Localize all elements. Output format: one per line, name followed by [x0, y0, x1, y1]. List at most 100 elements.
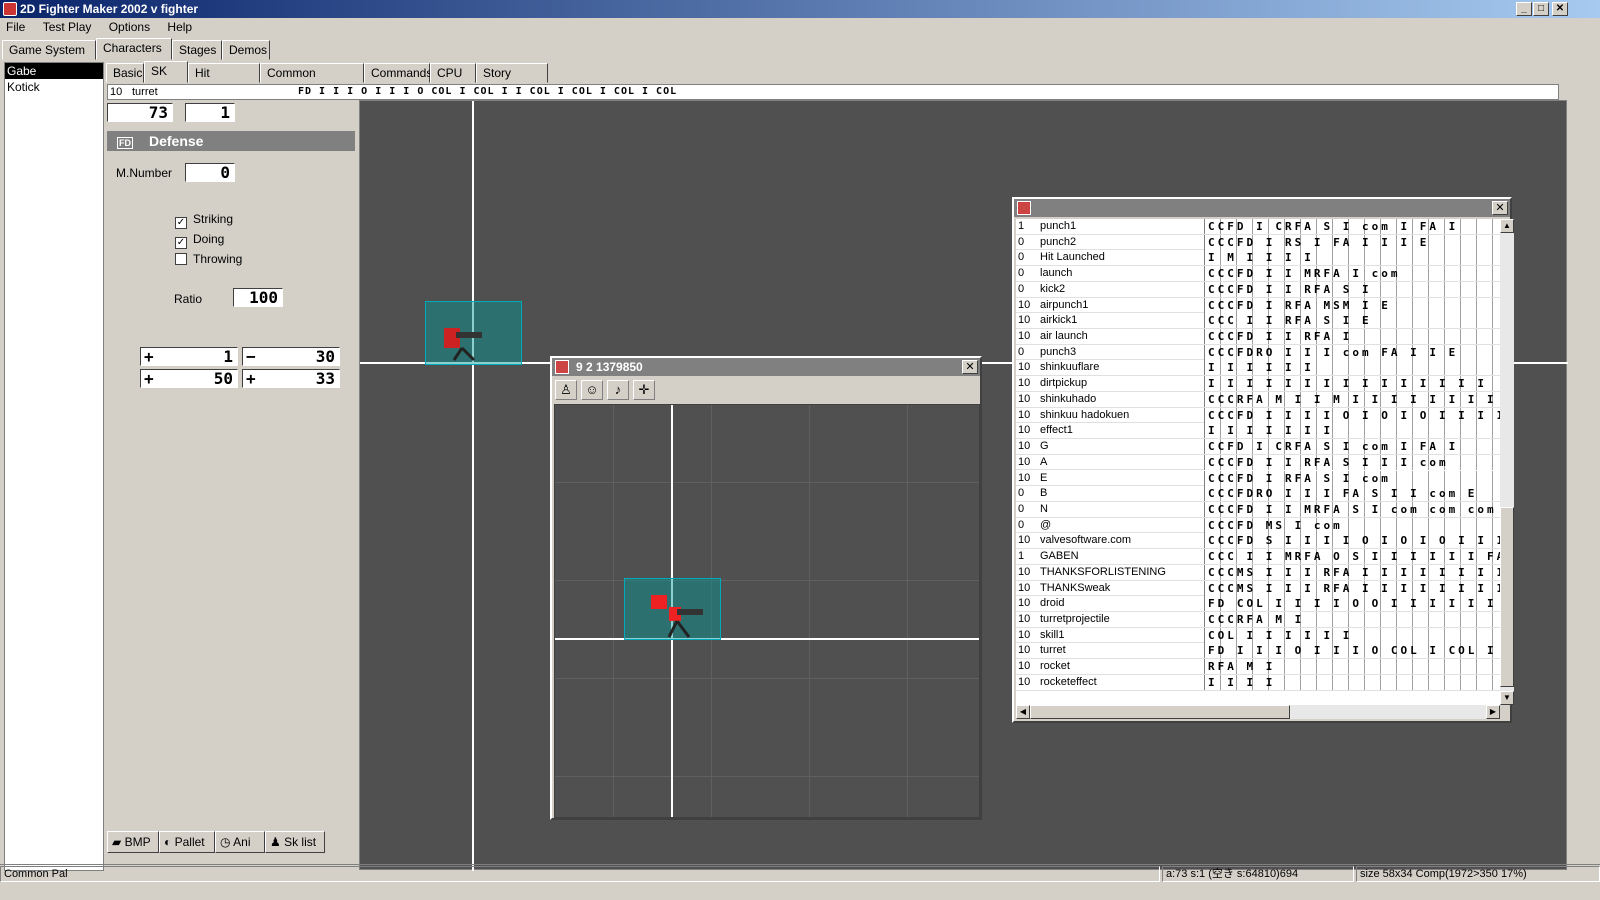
sklist-close-button[interactable]: ✕ — [1492, 201, 1508, 215]
horizontal-scrollbar[interactable]: ◀ ▶ — [1016, 705, 1500, 719]
tab-hit-junction[interactable]: Hit Junction — [188, 63, 260, 99]
tab-common-images[interactable]: Common Images — [260, 63, 364, 99]
skill-list[interactable]: 1 punch1 CCFD I CRFA S I com I FA I 0 punch2… — [1016, 219, 1500, 705]
menu-test-play[interactable]: Test Play — [43, 20, 92, 34]
row-commands[interactable]: CCCFDRO I I I FA S I I com E — [1204, 486, 1500, 502]
tab-basic[interactable]: Basic — [106, 63, 144, 83]
table-row[interactable]: 10 shinkuu hadokuen CCCFD I I I I O I O I … — [1016, 407, 1500, 424]
character-list[interactable]: Gabe Kotick — [4, 62, 104, 871]
table-row[interactable]: 10 effect1 I I I I I I I — [1016, 423, 1500, 440]
bmp-button[interactable]: ▰ BMP — [107, 831, 159, 853]
menu-help[interactable]: Help — [167, 20, 192, 34]
tab-story-mode[interactable]: Story mode — [476, 63, 548, 99]
tab-game-system[interactable]: Game System — [2, 40, 96, 60]
table-row[interactable]: 10 turretprojectile CCCRFA M I — [1016, 612, 1500, 628]
row-commands[interactable]: CCCFD I RFA S I com — [1204, 470, 1500, 486]
row-commands[interactable]: RFA M I — [1204, 659, 1500, 675]
menu-options[interactable]: Options — [109, 20, 150, 34]
scroll-left-icon[interactable]: ◀ — [1016, 705, 1030, 719]
sk-list-button[interactable]: ♟ Sk list — [265, 831, 325, 853]
tab-stages[interactable]: Stages — [172, 40, 222, 60]
character-item[interactable]: Kotick — [5, 79, 103, 95]
sub-field[interactable]: 1 — [185, 103, 235, 122]
row-commands[interactable]: CCCFD I I MRFA S I com com com — [1204, 501, 1500, 517]
skill-commands[interactable]: FD I I I O I I I O COL I COL I I COL I C… — [298, 85, 677, 99]
offset-x1-field[interactable]: +1 — [140, 347, 238, 366]
row-commands[interactable]: CCCFD I I MRFA I com — [1204, 266, 1500, 282]
table-row[interactable]: 0 punch3 CCCFDRO I I I com FA I I E — [1016, 344, 1500, 361]
table-row[interactable]: 10 airpunch1 CCCFD I RFA MSM I E — [1016, 297, 1500, 314]
row-commands[interactable]: I M I I I I — [1204, 250, 1500, 266]
offset-y2-field[interactable]: +33 — [242, 369, 340, 388]
tab-characters[interactable]: Characters — [96, 38, 172, 60]
row-commands[interactable]: CCCRFA M I I M I I I I I I I I I — [1204, 391, 1500, 407]
current-skill-bar[interactable]: 10 turret FD I I I O I I I O COL I COL I… — [107, 84, 1559, 100]
table-row[interactable]: 10 droid FD COL I I I I O O I I I I I I O … — [1016, 596, 1500, 612]
table-row[interactable]: 1 punch1 CCFD I CRFA S I com I FA I — [1016, 219, 1500, 235]
table-row[interactable]: 0 punch2 CCCFD I RS I FA I I I E — [1016, 234, 1500, 251]
row-commands[interactable]: I I I I I I I I I I I I I I I — [1204, 376, 1500, 392]
ratio-field[interactable]: 100 — [233, 288, 283, 307]
table-row[interactable]: 0 N CCCFD I I MRFA S I com com com — [1016, 501, 1500, 518]
doing-checkbox[interactable]: ✓ Doing — [175, 232, 224, 249]
table-row[interactable]: 0 @ CCCFD MS I com — [1016, 517, 1500, 534]
mnumber-field[interactable]: 0 — [185, 163, 235, 182]
crosshair-icon[interactable]: ✛ — [633, 380, 655, 400]
table-row[interactable]: 10 E CCCFD I RFA S I com — [1016, 470, 1500, 487]
row-commands[interactable]: CCCFD I I RFA S I I I com — [1204, 454, 1500, 470]
row-commands[interactable]: CCFD I CRFA S I com I FA I — [1204, 439, 1500, 455]
preview-close-button[interactable]: ✕ — [962, 360, 978, 374]
table-row[interactable]: 10 THANKSweak CCCMS I I I RFA I I I I I I … — [1016, 580, 1500, 597]
preview-hitbox[interactable] — [624, 578, 721, 640]
row-commands[interactable]: I I I I — [1204, 674, 1500, 690]
table-row[interactable]: 10 valvesoftware.com CCCFD S I I I I O I O… — [1016, 533, 1500, 550]
row-commands[interactable]: FD I I I O I I I O COL I COL I I COL I C… — [1204, 643, 1500, 659]
row-commands[interactable]: COL I I I I I I — [1204, 627, 1500, 643]
scroll-thumb[interactable] — [1500, 507, 1514, 687]
table-row[interactable]: 10 THANKSFORLISTENING CCCMS I I I RFA I I … — [1016, 564, 1500, 581]
table-row[interactable]: 10 rocket RFA M I — [1016, 659, 1500, 675]
row-commands[interactable]: CCC I I MRFA O S I I I I I I FA I M — [1204, 549, 1500, 565]
group-icon[interactable]: ☺ — [581, 380, 603, 400]
table-row[interactable]: 10 shinkuhado CCCRFA M I I M I I I I I I I… — [1016, 391, 1500, 408]
row-commands[interactable]: CCCFDRO I I I com FA I I E — [1204, 344, 1500, 360]
character-item[interactable]: Gabe — [5, 63, 103, 79]
minimize-button[interactable]: _ — [1516, 2, 1532, 16]
row-commands[interactable]: CCCMS I I I RFA I I I I I I I I I I — [1204, 564, 1500, 580]
tab-cpu[interactable]: CPU — [430, 63, 476, 83]
row-commands[interactable]: CCCRFA M I — [1204, 612, 1500, 627]
row-commands[interactable]: CCCFD I RS I FA I I I E — [1204, 234, 1500, 250]
table-row[interactable]: 10 air launch CCCFD I I RFA I — [1016, 329, 1500, 345]
maximize-button[interactable]: □ — [1533, 2, 1549, 16]
table-row[interactable]: 1 GABEN CCC I I MRFA O S I I I I I I FA I … — [1016, 549, 1500, 565]
table-row[interactable]: 0 launch CCCFD I I MRFA I com — [1016, 266, 1500, 282]
close-button[interactable]: ✕ — [1552, 2, 1568, 16]
ani-button[interactable]: ◷ Ani — [215, 831, 265, 853]
table-row[interactable]: 0 Hit Launched I M I I I I — [1016, 250, 1500, 267]
row-commands[interactable]: CCCFD S I I I I O I O I O I I I I — [1204, 533, 1500, 549]
row-commands[interactable]: I I I I I I — [1204, 360, 1500, 376]
hitbox[interactable] — [425, 301, 522, 365]
table-row[interactable]: 10 dirtpickup I I I I I I I I I I I I I I … — [1016, 376, 1500, 392]
table-row[interactable]: 0 B CCCFDRO I I I FA S I I com E — [1016, 486, 1500, 502]
scroll-right-icon[interactable]: ▶ — [1486, 705, 1500, 719]
table-row[interactable]: 10 airkick1 CCC I I RFA S I E — [1016, 313, 1500, 329]
tab-commands[interactable]: Commands — [364, 63, 432, 83]
throwing-checkbox[interactable]: Throwing — [175, 252, 242, 266]
table-row[interactable]: 10 skill1 COL I I I I I I — [1016, 627, 1500, 644]
striking-checkbox[interactable]: ✓ Striking — [175, 212, 233, 229]
row-commands[interactable]: CCCFD I RFA MSM I E — [1204, 297, 1500, 313]
offset-y1-field[interactable]: − 30 — [242, 347, 340, 366]
row-commands[interactable]: CCFD I CRFA S I com I FA I — [1204, 219, 1500, 234]
row-commands[interactable]: CCCFD I I RFA I — [1204, 329, 1500, 345]
offset-x2-field[interactable]: +50 — [140, 369, 238, 388]
table-row[interactable]: 10 A CCCFD I I RFA S I I I com — [1016, 454, 1500, 471]
table-row[interactable]: 10 G CCFD I CRFA S I com I FA I — [1016, 439, 1500, 455]
row-commands[interactable]: FD COL I I I I O O I I I I I I O I O I O — [1204, 596, 1500, 612]
table-row[interactable]: 10 shinkuuflare I I I I I I — [1016, 360, 1500, 377]
row-commands[interactable]: CCC I I RFA S I E — [1204, 313, 1500, 329]
menu-file[interactable]: File — [6, 20, 25, 34]
row-commands[interactable]: CCCMS I I I RFA I I I I I I I I I I — [1204, 580, 1500, 596]
scroll-up-icon[interactable]: ▲ — [1500, 219, 1514, 233]
person-icon[interactable]: ♙ — [555, 380, 577, 400]
